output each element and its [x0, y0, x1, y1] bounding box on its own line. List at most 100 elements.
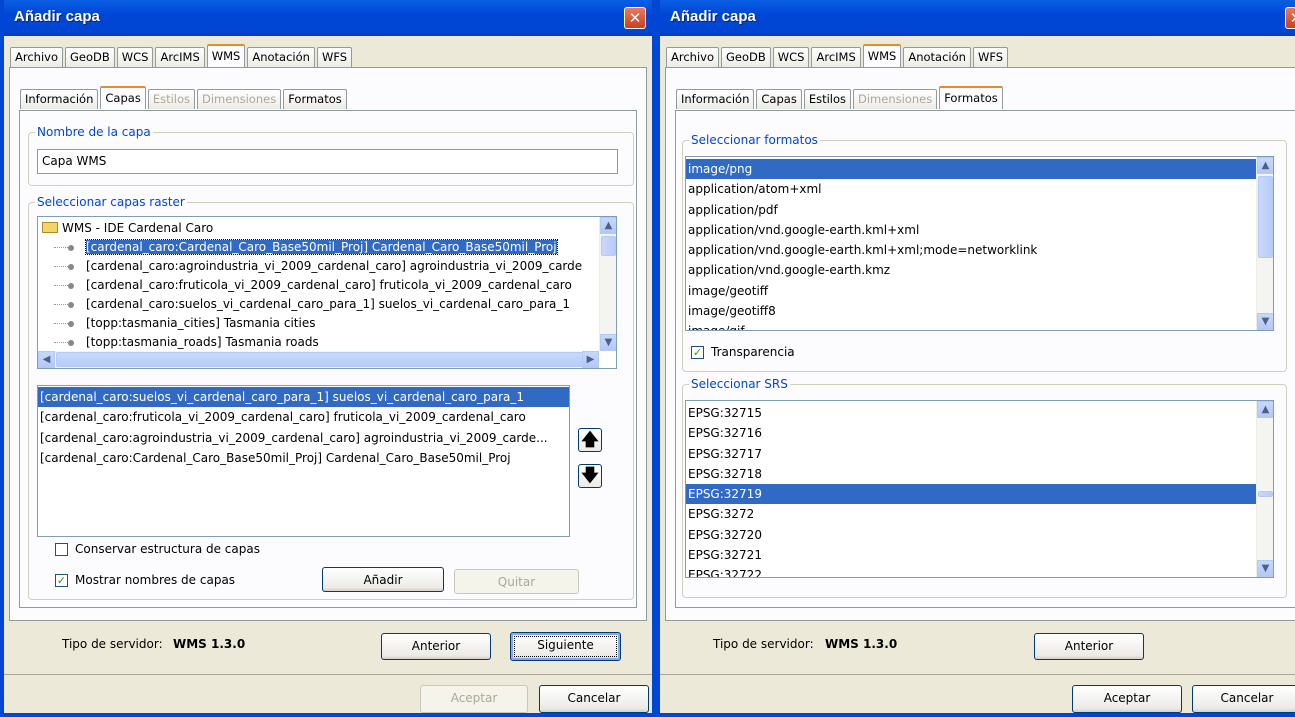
formats-list[interactable]: image/png application/atom+xml applicati… — [685, 156, 1274, 331]
scroll-up-icon[interactable]: ▲ — [1257, 157, 1273, 174]
tab-estilos[interactable]: Estilos — [803, 89, 851, 109]
tab-anotacion[interactable]: Anotación — [247, 47, 315, 67]
selected-layers-list[interactable]: [cardenal_caro:suelos_vi_cardenal_caro_p… — [37, 385, 570, 537]
list-item[interactable]: EPSG:3272 — [686, 504, 1273, 524]
tree-item-label: [cardenal_caro:suelos_vi_cardenal_caro_p… — [86, 297, 571, 311]
main-tabs: Archivo GeoDB WCS ArcIMS WMS Anotación W… — [10, 44, 354, 67]
tab-capas[interactable]: Capas — [100, 86, 146, 109]
tab-geodb[interactable]: GeoDB — [65, 47, 115, 67]
list-item[interactable]: [cardenal_caro:Cardenal_Caro_Base50mil_P… — [38, 448, 569, 468]
next-button[interactable]: Siguiente — [510, 632, 621, 661]
tab-archivo[interactable]: Archivo — [10, 47, 63, 67]
list-item[interactable]: application/atom+xml — [686, 179, 1273, 199]
title-bar[interactable]: Añadir capa ✕ — [0, 0, 656, 36]
tree-item[interactable]: [topp:tasmania_cities] Tasmania cities — [38, 314, 599, 333]
list-item[interactable]: [cardenal_caro:agroindustria_vi_2009_car… — [38, 428, 569, 448]
tree-item[interactable]: [topp:tasmania_roads] Tasmania roads — [38, 333, 599, 351]
tab-arcims[interactable]: ArcIMS — [155, 47, 205, 67]
tab-dimensiones: Dimensiones — [853, 89, 938, 109]
scroll-thumb[interactable] — [601, 236, 616, 256]
add-button[interactable]: Añadir — [322, 567, 444, 592]
tab-informacion[interactable]: Información — [20, 89, 99, 109]
scroll-thumb[interactable] — [1258, 176, 1273, 258]
tab-wcs[interactable]: WCS — [772, 47, 810, 67]
list-item[interactable]: [cardenal_caro:fruticola_vi_2009_cardena… — [38, 407, 569, 427]
keep-structure-checkbox[interactable] — [55, 543, 68, 556]
tree-item-label: [topp:tasmania_roads] Tasmania roads — [86, 335, 319, 349]
scroll-up-icon[interactable]: ▲ — [600, 217, 616, 234]
tab-arcims[interactable]: ArcIMS — [811, 47, 861, 67]
list-item[interactable]: application/vnd.google-earth.kmz — [686, 260, 1273, 280]
transparency-checkbox[interactable]: ✓ — [691, 346, 704, 359]
scroll-down-icon[interactable]: ▼ — [1257, 560, 1273, 577]
tab-informacion[interactable]: Información — [676, 89, 755, 109]
list-item[interactable]: EPSG:32722 — [686, 565, 1273, 577]
folder-icon — [42, 222, 58, 233]
previous-button[interactable]: Anterior — [1034, 633, 1144, 660]
divider — [4, 674, 652, 675]
previous-button[interactable]: Anterior — [381, 633, 491, 660]
list-item[interactable]: EPSG:32715 — [686, 403, 1273, 423]
srs-list[interactable]: EPSG:32715 EPSG:32716 EPSG:32717 EPSG:32… — [685, 400, 1274, 578]
scroll-down-icon[interactable]: ▼ — [1257, 313, 1273, 330]
tab-capas[interactable]: Capas — [756, 89, 802, 109]
keep-structure-label: Conservar estructura de capas — [75, 542, 260, 556]
cancel-button[interactable]: Cancelar — [1192, 685, 1295, 713]
srs-group-label: Seleccionar SRS — [689, 377, 790, 391]
close-icon[interactable]: ✕ — [624, 7, 646, 29]
srs-vscrollbar[interactable]: ▲ ▼ — [1256, 401, 1273, 577]
show-names-checkbox[interactable]: ✓ — [55, 574, 68, 587]
scroll-thumb[interactable] — [1258, 491, 1273, 497]
hscroll-thumb[interactable] — [56, 352, 590, 367]
list-item[interactable]: EPSG:32717 — [686, 444, 1273, 464]
tree-vscrollbar[interactable]: ▲ ▼ — [599, 217, 616, 351]
list-item[interactable]: [cardenal_caro:suelos_vi_cardenal_caro_p… — [38, 387, 569, 408]
move-up-button[interactable]: 🡅 — [578, 428, 602, 452]
tree-root[interactable]: WMS - IDE Cardenal Caro — [38, 219, 599, 238]
list-item[interactable]: image/gif — [686, 321, 1273, 330]
tree-item-label: [topp:tasmania_cities] Tasmania cities — [86, 316, 316, 330]
list-item[interactable]: application/vnd.google-earth.kml+xml — [686, 220, 1273, 240]
tree-hscrollbar[interactable]: ◀ ▶ — [38, 351, 599, 368]
list-item[interactable]: EPSG:32719 — [686, 484, 1273, 505]
scroll-down-icon[interactable]: ▼ — [600, 334, 616, 351]
close-icon[interactable]: ✕ — [1285, 7, 1295, 29]
tab-wfs[interactable]: WFS — [972, 47, 1009, 67]
tree-item[interactable]: [cardenal_caro:suelos_vi_cardenal_caro_p… — [38, 295, 599, 314]
list-item[interactable]: EPSG:32721 — [686, 545, 1273, 565]
tab-anotacion[interactable]: Anotación — [903, 47, 971, 67]
tab-wms[interactable]: WMS — [862, 44, 902, 67]
list-item[interactable]: EPSG:32720 — [686, 525, 1273, 545]
list-item[interactable]: image/geotiff8 — [686, 301, 1273, 321]
list-item[interactable]: application/pdf — [686, 200, 1273, 220]
list-item[interactable]: image/geotiff — [686, 281, 1273, 301]
tree-item[interactable]: [cardenal_caro:Cardenal_Caro_Base50mil_P… — [38, 238, 599, 257]
formats-vscrollbar[interactable]: ▲ ▼ — [1256, 157, 1273, 330]
tab-wcs[interactable]: WCS — [116, 47, 154, 67]
list-item[interactable]: application/vnd.google-earth.kml+xml;mod… — [686, 240, 1273, 260]
cancel-button[interactable]: Cancelar — [539, 685, 649, 713]
layer-name-field[interactable]: Capa WMS — [37, 149, 618, 174]
arrow-down-icon: 🡇 — [581, 466, 599, 486]
scroll-up-icon[interactable]: ▲ — [1257, 401, 1273, 418]
tab-geodb[interactable]: GeoDB — [721, 47, 771, 67]
tab-formatos[interactable]: Formatos — [939, 86, 1003, 109]
list-item[interactable]: image/png — [686, 159, 1273, 180]
tree-item[interactable]: [cardenal_caro:agroindustria_vi_2009_car… — [38, 257, 599, 276]
scroll-left-icon[interactable]: ◀ — [38, 351, 55, 368]
tab-wfs[interactable]: WFS — [316, 47, 353, 67]
list-item[interactable]: EPSG:32716 — [686, 423, 1273, 443]
tab-wms[interactable]: WMS — [206, 44, 246, 67]
move-down-button[interactable]: 🡇 — [578, 464, 602, 488]
tab-archivo[interactable]: Archivo — [666, 47, 719, 67]
layer-tree[interactable]: WMS - IDE Cardenal Caro [cardenal_caro:C… — [37, 216, 617, 369]
accept-button[interactable]: Aceptar — [1072, 685, 1182, 713]
tree-item[interactable]: [cardenal_caro:fruticola_vi_2009_cardena… — [38, 276, 599, 295]
scroll-right-icon[interactable]: ▶ — [582, 351, 599, 368]
title-bar[interactable]: Añadir capa ✕ — [656, 0, 1295, 36]
layer-name-group-label: Nombre de la capa — [35, 125, 153, 139]
list-item[interactable]: EPSG:32718 — [686, 464, 1273, 484]
tree-item-label: [cardenal_caro:fruticola_vi_2009_cardena… — [86, 278, 572, 292]
tab-formatos[interactable]: Formatos — [283, 89, 347, 109]
accept-button: Aceptar — [420, 685, 528, 713]
